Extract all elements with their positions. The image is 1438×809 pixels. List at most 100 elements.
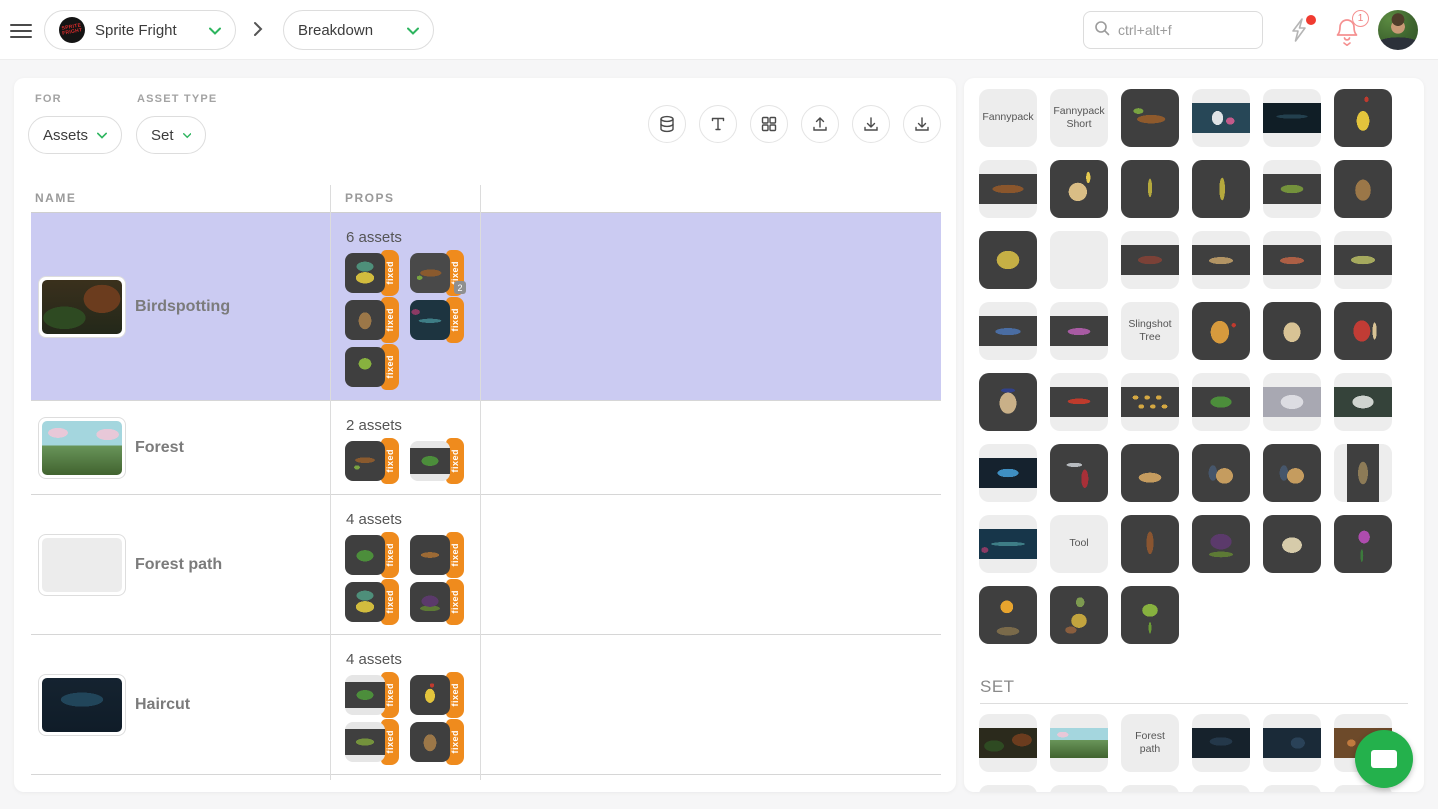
asset-tulip-flower[interactable]: [1334, 515, 1392, 573]
asset-spiderweb-dark[interactable]: [1334, 373, 1392, 431]
asset-salt-stix-box-thumbnail: [1334, 302, 1392, 360]
lighter-fluid-can-chip[interactable]: fixed: [410, 672, 468, 718]
project-selector[interactable]: SPRITE FRIGHT Sprite Fright: [44, 10, 236, 50]
asset-tortilla-chips[interactable]: [1121, 373, 1179, 431]
asset-night-branch[interactable]: [1263, 89, 1321, 147]
asset-spray-can[interactable]: [979, 444, 1037, 502]
asset-sausage[interactable]: [1121, 231, 1179, 289]
page-selector[interactable]: Breakdown: [283, 10, 434, 50]
asset-pretzel-bag[interactable]: [979, 373, 1037, 431]
table-row[interactable]: Haircut4 assetsfixedfixedfixedfixed: [31, 635, 941, 775]
asset-broken-eggshell[interactable]: [1263, 515, 1321, 573]
drooping-flower-chip[interactable]: fixed: [345, 579, 403, 625]
asset-thorn-needle[interactable]: [1121, 160, 1179, 218]
leaf-chip[interactable]: fixed: [345, 532, 403, 578]
for-value: Assets: [43, 127, 88, 144]
asset-slingshot-tree[interactable]: Slingshot Tree: [1121, 302, 1179, 360]
asset-empty[interactable]: [1050, 231, 1108, 289]
asset-pickle[interactable]: [1263, 160, 1321, 218]
for-dropdown[interactable]: Assets: [28, 116, 122, 154]
asset-branch-with-leaves[interactable]: [1121, 89, 1179, 147]
asset-sleeping-bag-purple[interactable]: [1050, 302, 1108, 360]
pickle-chip[interactable]: fixed: [345, 719, 403, 765]
asset-thorny-branch-scene[interactable]: [979, 515, 1037, 573]
leaf-chip[interactable]: fixed: [345, 672, 403, 718]
export-button[interactable]: [903, 105, 941, 143]
asset-canned-food[interactable]: [1263, 302, 1321, 360]
asset-grid: FannypackFannypack Short Slingshot Tree To…: [964, 78, 1424, 644]
set-night-forest[interactable]: [1263, 714, 1321, 772]
global-search[interactable]: [1083, 11, 1263, 49]
thorny-branch-chip[interactable]: fixed: [410, 297, 468, 343]
activity-icon[interactable]: [1288, 17, 1314, 45]
database-button[interactable]: [648, 105, 686, 143]
asset-fannypack[interactable]: Fannypack: [979, 89, 1037, 147]
asset-pinecone[interactable]: [1334, 160, 1392, 218]
asset-candy-bar[interactable]: [1050, 373, 1108, 431]
asset-broken-eggshell-thumbnail: [1263, 515, 1321, 573]
asset-tent-collapsed[interactable]: [1121, 444, 1179, 502]
set-forest[interactable]: [1050, 714, 1108, 772]
set-haircut[interactable]: [1192, 714, 1250, 772]
set-birdspotting[interactable]: [979, 714, 1037, 772]
search-input[interactable]: [1118, 22, 1238, 38]
asset-type-dropdown[interactable]: Set: [136, 116, 206, 154]
asset-plums[interactable]: [1192, 515, 1250, 573]
leaf-chip[interactable]: fixed: [410, 438, 468, 484]
asset-log[interactable]: [979, 160, 1037, 218]
plums-chip[interactable]: fixed: [410, 579, 468, 625]
table-row[interactable]: Forest path4 assetsfixedfixedfixedfixed: [31, 495, 941, 635]
upload-button[interactable]: [801, 105, 839, 143]
asset-fannypack-short[interactable]: Fannypack Short: [1050, 89, 1108, 147]
asset-rope[interactable]: [979, 231, 1037, 289]
chat-button[interactable]: [1355, 730, 1413, 788]
asset-spiderweb-light[interactable]: [1263, 373, 1321, 431]
asset-dandelion-flower[interactable]: [979, 586, 1037, 644]
asset-wooden-stick[interactable]: [1121, 515, 1179, 573]
breakdown-panel: FOR ASSET TYPE Assets Set NAME PROPS Bir…: [14, 78, 956, 792]
asset-salt-stix-box[interactable]: [1334, 302, 1392, 360]
drooping-flower-chip[interactable]: fixed: [345, 250, 403, 296]
asset-yellow-twig[interactable]: [1192, 160, 1250, 218]
table-row[interactable]: Forest2 assetsfixedfixed: [31, 401, 941, 495]
asset-pocket-knife[interactable]: [1050, 444, 1108, 502]
set-tile[interactable]: [1263, 785, 1321, 792]
set-tile[interactable]: [1050, 785, 1108, 792]
clover-chip[interactable]: fixed: [345, 344, 403, 390]
asset-tent-bag[interactable]: [1334, 444, 1392, 502]
set-tile[interactable]: [1121, 785, 1179, 792]
text-view-button[interactable]: [699, 105, 737, 143]
asset-tool[interactable]: Tool: [1050, 515, 1108, 573]
asset-leaf[interactable]: [1192, 373, 1250, 431]
column-divider: [480, 185, 481, 780]
asset-sleeping-bag-red[interactable]: [1263, 231, 1321, 289]
asset-notepad[interactable]: [1050, 160, 1108, 218]
asset-sleeping-bag-blue[interactable]: [979, 302, 1037, 360]
asset-gummy-bears-bag[interactable]: [1192, 302, 1250, 360]
asset-scissors-scene[interactable]: [1192, 89, 1250, 147]
set-forest-path[interactable]: Forest path: [1121, 714, 1179, 772]
set-grid: Forest path: [964, 704, 1424, 792]
wooden-stick-chip[interactable]: fixed: [410, 532, 468, 578]
user-avatar[interactable]: [1378, 10, 1418, 50]
asset-sleeping-bag-tan[interactable]: [1192, 231, 1250, 289]
asset-sleeping-bag-green[interactable]: [1334, 231, 1392, 289]
table-row[interactable]: Birdspotting6 assetsfixedfixed2fixedfixe…: [31, 213, 941, 401]
pinecone-chip[interactable]: fixed: [410, 719, 468, 765]
twig-branch-chip[interactable]: fixed: [345, 438, 403, 484]
asset-lighter-fluid-can[interactable]: [1334, 89, 1392, 147]
download-button[interactable]: [852, 105, 890, 143]
asset-snail[interactable]: [1050, 586, 1108, 644]
menu-icon[interactable]: [10, 20, 32, 40]
twig-branch-chip[interactable]: fixed2: [410, 250, 468, 296]
asset-clover[interactable]: [1121, 586, 1179, 644]
set-tile[interactable]: [979, 785, 1037, 792]
grid-view-button[interactable]: [750, 105, 788, 143]
for-label: FOR: [35, 93, 62, 105]
notifications-icon[interactable]: 1: [1333, 16, 1363, 46]
asset-tent-2[interactable]: [1263, 444, 1321, 502]
tile-label: Tool: [1050, 515, 1108, 573]
set-tile[interactable]: [1192, 785, 1250, 792]
pinecone-chip[interactable]: fixed: [345, 297, 403, 343]
asset-tent[interactable]: [1192, 444, 1250, 502]
